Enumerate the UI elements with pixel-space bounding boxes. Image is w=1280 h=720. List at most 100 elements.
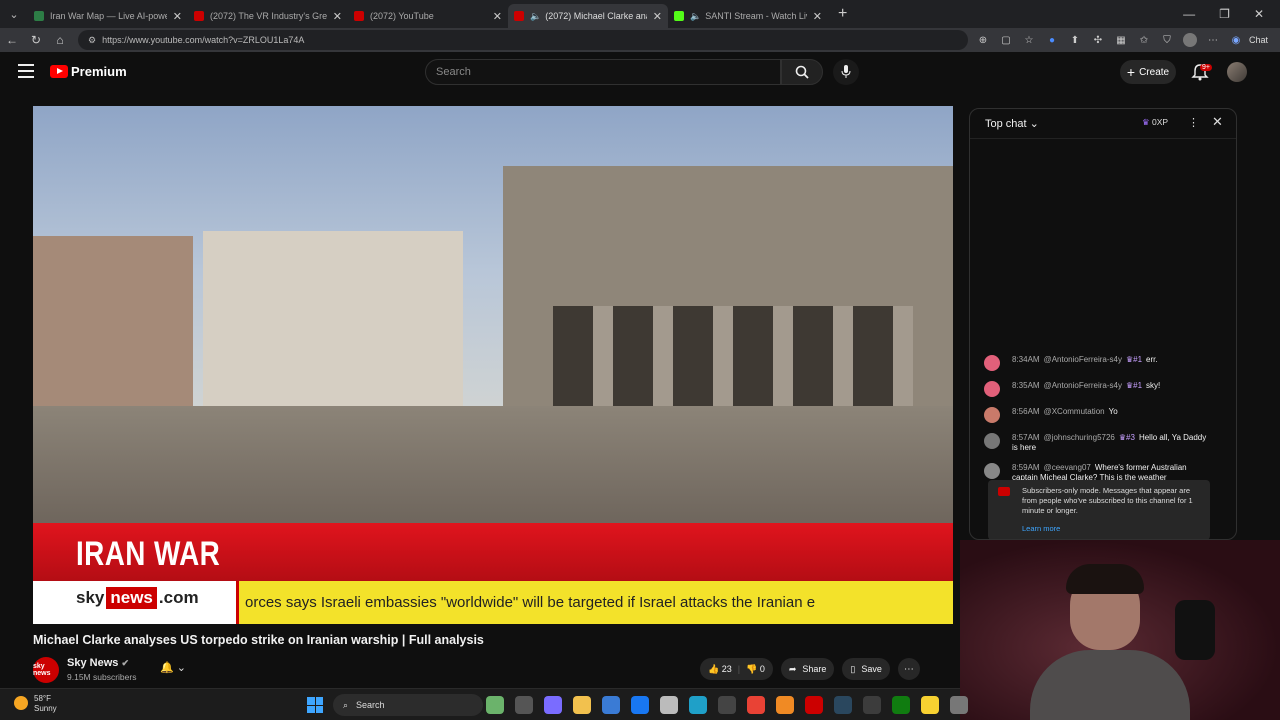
close-icon[interactable]: ✕ [653, 10, 662, 23]
notes-icon[interactable] [921, 696, 939, 714]
browser-tab-5[interactable]: 🔈 SANTI Stream - Watch Live on ✕ [668, 4, 828, 28]
search-button[interactable] [781, 59, 823, 85]
account-avatar[interactable] [1227, 62, 1247, 82]
close-window-icon[interactable]: ✕ [1254, 7, 1264, 21]
crown-icon: ♛ [1142, 117, 1150, 127]
rank-value: #3 [1126, 433, 1135, 442]
steam-icon[interactable] [834, 696, 852, 714]
message-author[interactable]: @ceevang07 [1044, 463, 1091, 472]
speaker-icon[interactable]: 🔈 [690, 11, 701, 22]
reload-icon[interactable]: ↻ [24, 33, 48, 47]
create-button[interactable]: + Create [1120, 60, 1176, 84]
browser-tab-4-active[interactable]: 🔈 (2072) Michael Clarke analyses ✕ [508, 4, 668, 28]
chat-avatar[interactable] [984, 381, 1000, 397]
edge-icon[interactable] [689, 696, 707, 714]
weather-widget[interactable]: 58°F Sunny [14, 694, 57, 714]
taskbar-search[interactable]: ⌕ Search [333, 694, 483, 716]
app-icon[interactable]: ▢ [999, 33, 1013, 47]
browser-tab-2[interactable]: (2072) The VR Industry's Great Re ✕ [188, 4, 348, 28]
subscription-bell-button[interactable]: 🔔 ⌄ [160, 661, 186, 674]
shield-icon[interactable]: ⛉ [1160, 33, 1174, 47]
browser-tab-3[interactable]: (2072) YouTube ✕ [348, 4, 508, 28]
chat-avatar[interactable] [984, 355, 1000, 371]
menu-icon[interactable] [18, 64, 34, 78]
taskbar-apps [486, 696, 968, 714]
video-player[interactable]: IRAN WAR sky news .com orces says Israel… [33, 106, 953, 624]
widgets-icon[interactable] [486, 696, 504, 714]
new-tab-button[interactable]: + [838, 5, 847, 23]
address-bar[interactable]: ⚙ https://www.youtube.com/watch?v=ZRLOU1… [78, 30, 968, 50]
message-author[interactable]: @XCommutation [1044, 407, 1105, 416]
favorites-icon[interactable]: ✩ [1137, 33, 1151, 47]
close-icon[interactable]: ✕ [173, 10, 182, 23]
settings-icon[interactable] [950, 696, 968, 714]
more-menu-icon[interactable]: ⋯ [1206, 33, 1220, 47]
extension-icon[interactable]: ▦ [1114, 33, 1128, 47]
maximize-icon[interactable]: ❐ [1219, 7, 1230, 21]
chat-avatar[interactable] [984, 407, 1000, 423]
channel-name[interactable]: Sky News ✔ [67, 657, 129, 669]
task-view-icon[interactable] [515, 696, 533, 714]
xp-badge[interactable]: ♛ 0XP [1142, 117, 1168, 128]
voice-search-button[interactable] [833, 59, 859, 85]
channel-name-text: Sky News [67, 657, 119, 669]
home-icon[interactable]: ⌂ [48, 33, 72, 47]
chat-avatar[interactable] [984, 433, 1000, 449]
close-icon[interactable]: ✕ [813, 10, 822, 23]
copilot-icon[interactable]: ◉ [1229, 33, 1243, 47]
share-button[interactable]: ➦ Share [780, 658, 835, 680]
browser-tab-1[interactable]: Iran War Map — Live AI-powered ✕ [28, 4, 188, 28]
chat-menu-icon[interactable]: ⋮ [1188, 116, 1199, 129]
close-chat-icon[interactable]: ✕ [1212, 114, 1223, 130]
chrome-icon[interactable] [747, 696, 765, 714]
speaker-icon[interactable]: 🔈 [530, 11, 541, 22]
translate-icon[interactable]: ⊕ [976, 33, 990, 47]
profile-icon[interactable] [1183, 33, 1197, 47]
message-author[interactable]: @AntonioFerreira-s4y [1044, 355, 1122, 364]
tab-search-chevron-icon[interactable]: ⌄ [0, 0, 28, 28]
webcam-microphone [1175, 600, 1215, 660]
close-icon[interactable]: ✕ [493, 10, 502, 23]
store-icon[interactable] [602, 696, 620, 714]
start-button[interactable] [307, 697, 323, 713]
extension-icon[interactable]: ⬆ [1068, 33, 1082, 47]
channel-avatar[interactable]: sky news [33, 657, 59, 683]
notifications-badge: 9+ [1200, 64, 1212, 71]
site-info-icon[interactable]: ⚙ [88, 35, 96, 46]
youtube-app-icon[interactable] [805, 696, 823, 714]
chat-avatar[interactable] [984, 463, 1000, 479]
youtube-icon [998, 487, 1010, 496]
chat-scrollbar[interactable] [1228, 141, 1236, 539]
puzzle-icon[interactable]: ✣ [1091, 33, 1105, 47]
facebook-icon[interactable] [631, 696, 649, 714]
search-input[interactable]: Search [425, 59, 781, 85]
extensions-area: ⊕ ▢ ☆ ● ⬆ ✣ ▦ ✩ ⛉ ⋯ ◉ [976, 33, 1243, 47]
save-button[interactable]: ▯ Save [842, 658, 890, 680]
more-actions-icon[interactable]: ⋯ [897, 658, 920, 680]
calculator-icon[interactable] [718, 696, 736, 714]
word-icon[interactable] [660, 696, 678, 714]
xbox-icon[interactable] [892, 696, 910, 714]
rank-value: #1 [1133, 381, 1143, 390]
message-author[interactable]: @AntonioFerreira-s4y [1044, 381, 1122, 390]
notice-text: Subscribers-only mode. Messages that app… [1022, 486, 1193, 515]
learn-more-link[interactable]: Learn more [1022, 524, 1204, 534]
rank-badge: ♛#1 [1126, 355, 1142, 364]
chat-message: 8:35AM @AntonioFerreira-s4y ♛#1 sky! [984, 381, 1214, 397]
file-explorer-icon[interactable] [573, 696, 591, 714]
like-button[interactable]: 👍 23 [708, 664, 732, 675]
bookmark-star-icon[interactable]: ☆ [1022, 33, 1036, 47]
copilot-icon[interactable] [544, 696, 562, 714]
message-author[interactable]: @johnschuring5726 [1044, 433, 1115, 442]
vlc-icon[interactable] [776, 696, 794, 714]
chat-button[interactable]: Chat [1249, 35, 1268, 45]
dislike-button[interactable]: 👎 0 [746, 664, 765, 675]
chat-mode-dropdown[interactable]: Top chat ⌄ [985, 117, 1039, 130]
obs-icon[interactable] [863, 696, 881, 714]
extension-icon[interactable]: ● [1045, 33, 1059, 47]
close-icon[interactable]: ✕ [333, 10, 342, 23]
microphone-icon [841, 65, 851, 78]
minimize-icon[interactable]: — [1183, 7, 1195, 21]
youtube-premium-logo[interactable]: Premium [50, 64, 127, 79]
back-icon[interactable]: ← [0, 33, 24, 47]
